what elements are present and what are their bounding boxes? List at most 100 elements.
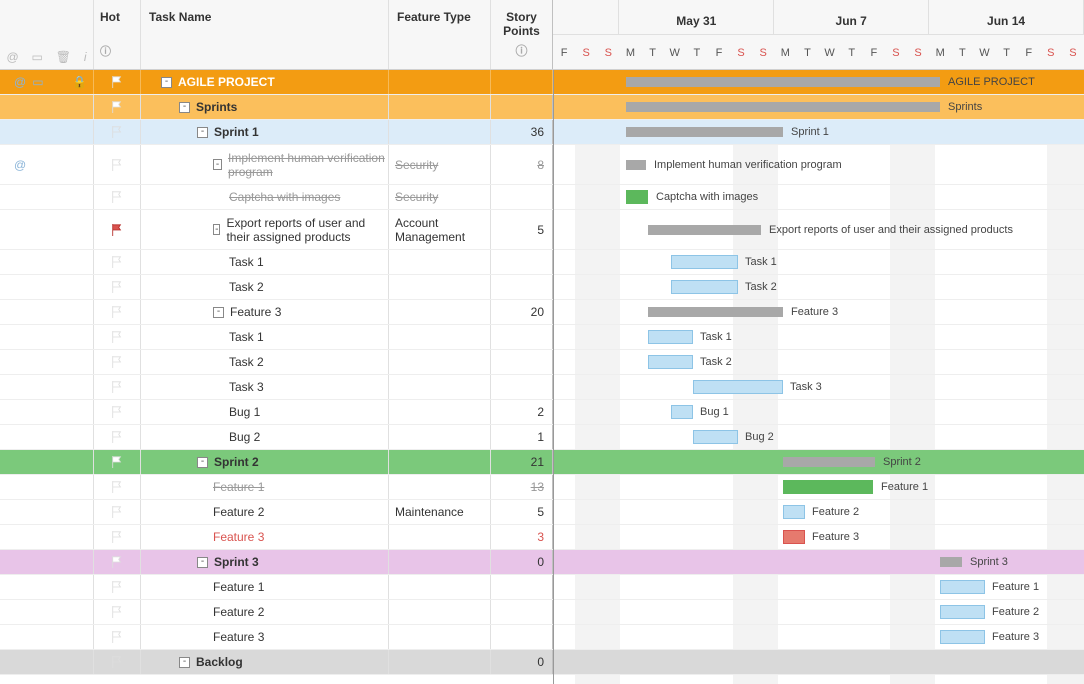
story-points-column-header[interactable]: Story Points ⓘ	[491, 0, 553, 69]
timeline-cell[interactable]: Bug 2	[553, 425, 1084, 449]
story-points-cell[interactable]: 2	[491, 400, 553, 424]
gantt-bar[interactable]: AGILE PROJECT	[626, 77, 940, 87]
timeline-cell[interactable]: Export reports of user and their assigne…	[553, 210, 1084, 249]
table-row[interactable]: Feature 1 13 Feature 1	[0, 475, 1084, 500]
task-name-cell[interactable]: -AGILE PROJECT	[141, 70, 389, 94]
expand-button[interactable]: -	[161, 77, 172, 88]
table-row[interactable]: Feature 33Feature 3	[0, 525, 1084, 550]
table-row[interactable]: @-Implement human verification programSe…	[0, 145, 1084, 185]
timeline-cell[interactable]: Feature 2	[553, 600, 1084, 624]
gantt-bar[interactable]: Sprints	[626, 102, 940, 112]
feature-type-cell[interactable]: Security	[389, 185, 491, 209]
feature-type-cell[interactable]: Account Management	[389, 210, 491, 249]
expand-button[interactable]: -	[213, 224, 220, 235]
expand-button[interactable]: -	[179, 657, 190, 668]
table-row[interactable]: -Sprints Sprints	[0, 95, 1084, 120]
feature-type-cell[interactable]	[389, 600, 491, 624]
gantt-bar[interactable]: Implement human verification program	[626, 160, 646, 170]
hot-flag-cell[interactable]	[94, 145, 141, 184]
feature-type-cell[interactable]	[389, 550, 491, 574]
expand-button[interactable]: -	[179, 102, 190, 113]
story-points-cell[interactable]	[491, 95, 553, 119]
timeline-cell[interactable]: Sprints	[553, 95, 1084, 119]
task-name-cell[interactable]: Feature 2	[141, 500, 389, 524]
story-points-cell[interactable]	[491, 350, 553, 374]
table-row[interactable]: Task 1Task 1	[0, 250, 1084, 275]
hot-flag-cell[interactable]	[94, 350, 141, 374]
table-row[interactable]: -Feature 3 20Feature 3	[0, 300, 1084, 325]
task-name-cell[interactable]: Feature 3	[141, 625, 389, 649]
timeline-cell[interactable]	[553, 650, 1084, 674]
expand-button[interactable]: -	[197, 457, 208, 468]
timeline-cell[interactable]: Feature 3	[553, 300, 1084, 324]
timeline-cell[interactable]: Sprint 3	[553, 550, 1084, 574]
story-points-cell[interactable]: 3	[491, 525, 553, 549]
story-points-cell[interactable]	[491, 275, 553, 299]
feature-type-cell[interactable]	[389, 475, 491, 499]
task-name-cell[interactable]: Task 2	[141, 275, 389, 299]
feature-type-cell[interactable]	[389, 375, 491, 399]
story-points-cell[interactable]	[491, 185, 553, 209]
story-points-cell[interactable]: 0	[491, 650, 553, 674]
gantt-bar[interactable]: Sprint 1	[626, 127, 783, 137]
feature-type-cell[interactable]	[389, 250, 491, 274]
task-name-cell[interactable]: Feature 1	[141, 475, 389, 499]
story-points-cell[interactable]	[491, 575, 553, 599]
story-points-cell[interactable]: 1	[491, 425, 553, 449]
hot-flag-cell[interactable]	[94, 275, 141, 299]
task-name-cell[interactable]: -Feature 3	[141, 300, 389, 324]
story-points-cell[interactable]	[491, 625, 553, 649]
feature-type-cell[interactable]	[389, 95, 491, 119]
feature-type-cell[interactable]	[389, 425, 491, 449]
hot-flag-cell[interactable]	[94, 120, 141, 144]
table-row[interactable]: Bug 21Bug 2	[0, 425, 1084, 450]
hot-flag-cell[interactable]	[94, 210, 141, 249]
gantt-bar[interactable]: Task 2	[648, 355, 693, 369]
timeline-cell[interactable]: Task 1	[553, 325, 1084, 349]
task-name-cell[interactable]: Task 3	[141, 375, 389, 399]
hot-flag-cell[interactable]	[94, 325, 141, 349]
gantt-bar[interactable]: Feature 1	[783, 480, 873, 494]
task-name-cell[interactable]: Feature 1	[141, 575, 389, 599]
table-row[interactable]: @▭🔒-AGILE PROJECTAGILE PROJECT	[0, 70, 1084, 95]
timeline-cell[interactable]: Feature 2	[553, 500, 1084, 524]
hot-flag-cell[interactable]	[94, 475, 141, 499]
task-name-cell[interactable]: -Backlog	[141, 650, 389, 674]
gantt-bar[interactable]: Sprint 2	[783, 457, 875, 467]
table-row[interactable]: Feature 2Maintenance5Feature 2	[0, 500, 1084, 525]
hot-flag-cell[interactable]	[94, 650, 141, 674]
story-points-cell[interactable]: 20	[491, 300, 553, 324]
story-points-cell[interactable]	[491, 325, 553, 349]
story-points-cell[interactable]: 13	[491, 475, 553, 499]
gantt-bar[interactable]: Task 2	[671, 280, 738, 294]
story-points-cell[interactable]: 21	[491, 450, 553, 474]
task-name-cell[interactable]: -Export reports of user and their assign…	[141, 210, 389, 249]
table-row[interactable]: -Sprint 136Sprint 1	[0, 120, 1084, 145]
feature-type-column-header[interactable]: Feature Type	[389, 0, 491, 69]
gantt-bar[interactable]: Feature 2	[783, 505, 805, 519]
timeline-cell[interactable]: Feature 3	[553, 525, 1084, 549]
task-name-cell[interactable]: Task 2	[141, 350, 389, 374]
feature-type-cell[interactable]	[389, 625, 491, 649]
feature-type-cell[interactable]	[389, 325, 491, 349]
expand-button[interactable]: -	[197, 127, 208, 138]
hot-flag-cell[interactable]	[94, 450, 141, 474]
table-row[interactable]: Feature 3 Feature 3	[0, 625, 1084, 650]
feature-type-cell[interactable]	[389, 275, 491, 299]
hot-flag-cell[interactable]	[94, 500, 141, 524]
task-name-cell[interactable]: -Sprint 2	[141, 450, 389, 474]
timeline-cell[interactable]: Task 2	[553, 350, 1084, 374]
task-name-cell[interactable]: -Sprints	[141, 95, 389, 119]
gantt-bar[interactable]: Export reports of user and their assigne…	[648, 225, 761, 235]
story-points-cell[interactable]: 5	[491, 210, 553, 249]
gantt-bar[interactable]: Bug 1	[671, 405, 693, 419]
gantt-bar[interactable]: Bug 2	[693, 430, 738, 444]
timeline-cell[interactable]: Feature 3	[553, 625, 1084, 649]
hot-flag-cell[interactable]	[94, 375, 141, 399]
expand-button[interactable]: -	[213, 159, 222, 170]
gantt-bar[interactable]: Feature 2	[940, 605, 985, 619]
timeline-cell[interactable]: Task 2	[553, 275, 1084, 299]
task-name-cell[interactable]: Captcha with images	[141, 185, 389, 209]
table-row[interactable]: Task 2 Task 2	[0, 350, 1084, 375]
timeline-cell[interactable]: Sprint 2	[553, 450, 1084, 474]
